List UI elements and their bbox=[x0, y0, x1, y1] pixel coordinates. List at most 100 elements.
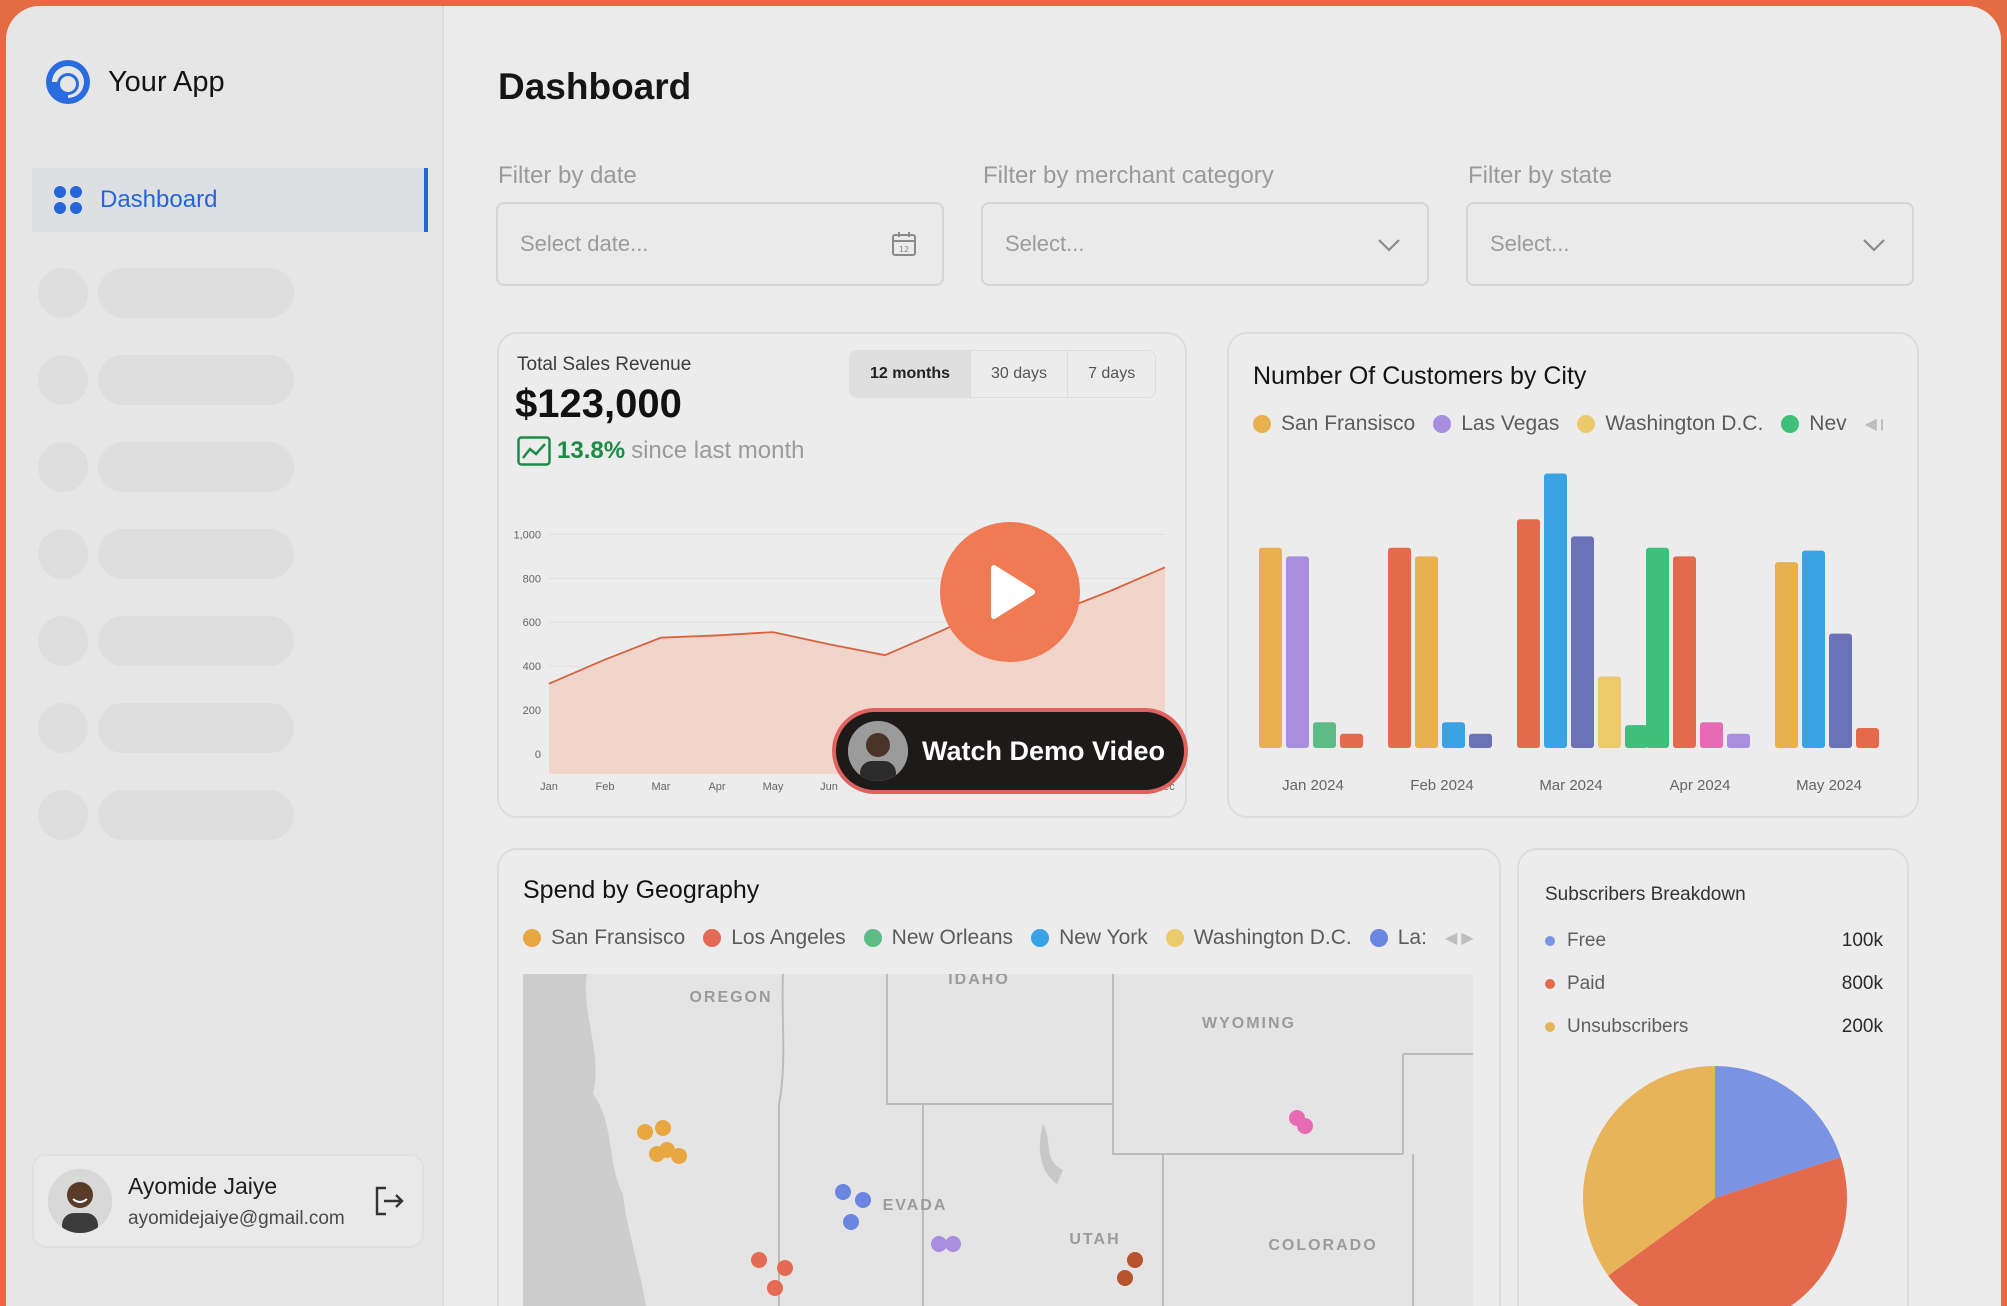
legend-item[interactable]: New Orleans bbox=[863, 926, 1013, 950]
subscribers-title: Subscribers Breakdown bbox=[1545, 884, 1746, 905]
legend-item[interactable]: New York bbox=[1031, 926, 1148, 950]
legend-item[interactable]: San Fransisco bbox=[523, 926, 685, 950]
avatar bbox=[48, 1169, 112, 1233]
map-marker[interactable] bbox=[855, 1192, 871, 1208]
revenue-change: 13.8% since last month bbox=[517, 436, 804, 466]
page-title: Dashboard bbox=[498, 66, 692, 107]
legend-pager-arrows-icon[interactable]: ◀▶ bbox=[1865, 414, 1883, 434]
bar bbox=[1598, 676, 1621, 748]
customers-card: Number Of Customers by City San Fransisc… bbox=[1227, 332, 1919, 818]
legend-item[interactable]: La: bbox=[1369, 926, 1427, 950]
map-marker[interactable] bbox=[751, 1252, 767, 1268]
bar bbox=[1340, 733, 1363, 748]
sidebar-item-placeholder bbox=[38, 529, 294, 579]
customers-bar-chart: Jan 2024 Feb 2024 Mar 2024 Apr 2024 May 2024 bbox=[1259, 473, 1879, 794]
y-tick-label: 600 bbox=[523, 617, 541, 629]
sidebar-item-label: Dashboard bbox=[100, 186, 218, 213]
x-tick-label: Apr 2024 bbox=[1670, 777, 1731, 794]
legend-item[interactable]: Washington D.C. bbox=[1165, 926, 1352, 950]
sidebar-item-placeholder bbox=[38, 355, 294, 405]
sidebar-item-dashboard[interactable]: Dashboard bbox=[32, 168, 428, 232]
presenter-avatar-icon bbox=[848, 721, 908, 781]
x-tick-label: Feb bbox=[596, 781, 615, 793]
sidebar: Your App Dashboard Ayomide Jaiye ayomide… bbox=[6, 6, 444, 1306]
legend-item[interactable]: San Fransisco bbox=[1253, 412, 1415, 436]
legend-label: New York bbox=[1059, 926, 1148, 949]
legend-label: La: bbox=[1397, 926, 1427, 949]
bar bbox=[1856, 727, 1879, 748]
state-label: UTAH bbox=[1069, 1231, 1120, 1248]
y-tick-label: 200 bbox=[523, 705, 541, 717]
bar bbox=[1646, 547, 1669, 748]
user-profile[interactable]: Ayomide Jaiye ayomidejaiye@gmail.com bbox=[32, 1154, 424, 1248]
state-select-placeholder: Select... bbox=[1490, 231, 1570, 256]
map-marker[interactable] bbox=[1127, 1252, 1143, 1268]
logout-icon[interactable] bbox=[372, 1184, 406, 1218]
legend-label: Nev bbox=[1809, 412, 1847, 435]
calendar-icon: 12 bbox=[892, 232, 916, 256]
presenter-avatar bbox=[848, 721, 908, 781]
map-marker[interactable] bbox=[655, 1120, 671, 1136]
y-tick-label: 400 bbox=[523, 661, 541, 673]
map-marker[interactable] bbox=[931, 1236, 947, 1252]
state-select[interactable]: Select... bbox=[1466, 202, 1914, 286]
bar bbox=[1469, 733, 1492, 748]
legend-swatch bbox=[1433, 415, 1452, 433]
subscriber-label: Paid bbox=[1567, 973, 1606, 994]
map-marker[interactable] bbox=[1117, 1270, 1133, 1286]
legend-label: San Fransisco bbox=[1281, 412, 1416, 435]
sidebar-item-placeholder bbox=[38, 703, 294, 753]
legend-item[interactable]: Los Angeles bbox=[703, 926, 846, 950]
map-marker[interactable] bbox=[835, 1184, 851, 1200]
bar bbox=[1259, 547, 1282, 748]
merchant-category-select[interactable]: Select... bbox=[981, 202, 1429, 286]
watch-demo-button[interactable]: Watch Demo Video bbox=[832, 708, 1188, 794]
legend-label: Las Vegas bbox=[1461, 412, 1560, 435]
range-12-months[interactable]: 12 months bbox=[850, 351, 972, 397]
legend-item[interactable]: Las Vegas bbox=[1433, 412, 1559, 436]
bar bbox=[1673, 556, 1696, 748]
play-video-button[interactable] bbox=[940, 522, 1080, 662]
map-marker[interactable] bbox=[671, 1148, 687, 1164]
state-label: COLORADO bbox=[1268, 1237, 1377, 1254]
grid-icon bbox=[54, 186, 82, 214]
bar bbox=[1313, 722, 1336, 748]
legend-item[interactable]: Washington D.C. bbox=[1577, 412, 1763, 436]
filter-state-label: Filter by state bbox=[1468, 162, 1613, 189]
bar bbox=[1775, 562, 1798, 748]
x-tick-label: Mar bbox=[652, 781, 671, 793]
legend-item[interactable]: Nev bbox=[1781, 412, 1847, 436]
map-marker[interactable] bbox=[777, 1260, 793, 1276]
map-marker[interactable] bbox=[945, 1236, 961, 1252]
x-tick-label: Feb 2024 bbox=[1410, 777, 1473, 794]
trend-up-icon bbox=[517, 436, 551, 466]
map-marker[interactable] bbox=[767, 1280, 783, 1296]
bar bbox=[1625, 725, 1648, 748]
legend-pager-arrows-icon[interactable]: ◀▶ bbox=[1445, 928, 1475, 948]
play-icon bbox=[991, 565, 1035, 619]
subscriber-label: Free bbox=[1567, 930, 1607, 951]
x-tick-label: May bbox=[763, 781, 784, 793]
subscriber-value: 100k bbox=[1841, 930, 1883, 951]
map-marker[interactable] bbox=[843, 1214, 859, 1230]
bar bbox=[1517, 519, 1540, 748]
app-logo[interactable]: Your App bbox=[44, 58, 225, 106]
merchant-select-placeholder: Select... bbox=[1005, 231, 1085, 256]
watch-demo-label: Watch Demo Video bbox=[922, 735, 1166, 766]
legend-swatch bbox=[1369, 929, 1388, 947]
filter-date-label: Filter by date bbox=[498, 162, 637, 189]
geography-map[interactable]: OREGON IDAHO WYOMING EVADA UTAH COLORADO bbox=[523, 974, 1473, 1306]
map-marker[interactable] bbox=[637, 1124, 653, 1140]
app-window: Your App Dashboard Ayomide Jaiye ayomide… bbox=[6, 6, 2001, 1306]
user-email: ayomidejaiye@gmail.com bbox=[128, 1207, 345, 1229]
bar bbox=[1700, 722, 1723, 748]
date-picker-placeholder: Select date... bbox=[520, 231, 649, 256]
date-picker[interactable]: Select date... 12 bbox=[496, 202, 944, 286]
subscriber-row: Paid 800k bbox=[1545, 973, 1883, 995]
subscribers-pie-chart bbox=[1583, 1066, 1847, 1306]
range-7-days[interactable]: 7 days bbox=[1068, 351, 1155, 397]
legend-swatch bbox=[1577, 415, 1596, 433]
bar bbox=[1442, 722, 1465, 748]
range-30-days[interactable]: 30 days bbox=[971, 351, 1069, 397]
map-marker[interactable] bbox=[1297, 1118, 1313, 1134]
